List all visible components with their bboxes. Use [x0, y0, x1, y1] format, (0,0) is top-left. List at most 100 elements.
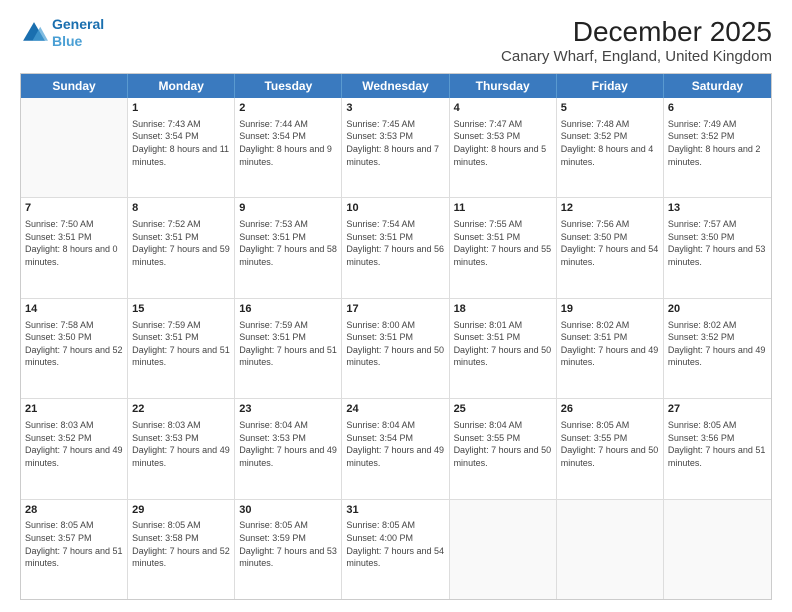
- cell-info: Sunrise: 7:50 AMSunset: 3:51 PMDaylight:…: [25, 218, 123, 268]
- cal-cell: 5 Sunrise: 7:48 AMSunset: 3:52 PMDaylight…: [557, 98, 664, 197]
- day-number: 25: [454, 402, 552, 417]
- cal-cell: 31Sunrise: 8:05 AMSunset: 4:00 PMDayligh…: [342, 500, 449, 599]
- cell-info: Sunrise: 7:59 AMSunset: 3:51 PMDaylight:…: [239, 319, 337, 369]
- cal-cell: 4Sunrise: 7:47 AMSunset: 3:53 PMDaylight…: [450, 98, 557, 197]
- day-number: 27: [668, 402, 767, 417]
- cell-info: Sunrise: 8:04 AMSunset: 3:54 PMDaylight:…: [346, 419, 444, 469]
- logo-text: General Blue: [52, 16, 104, 50]
- header-day-wednesday: Wednesday: [342, 74, 449, 98]
- header: General Blue December 2025 Canary Wharf,…: [20, 16, 772, 65]
- day-number: 14: [25, 302, 123, 317]
- day-number: 4: [454, 101, 552, 116]
- cal-cell: 13 Sunrise: 7:57 AMSunset: 3:50 PMDayligh…: [664, 198, 771, 297]
- day-number: 8: [132, 201, 230, 216]
- cal-cell: 16 Sunrise: 7:59 AMSunset: 3:51 PMDayligh…: [235, 299, 342, 398]
- cal-cell: 19Sunrise: 8:02 AMSunset: 3:51 PMDayligh…: [557, 299, 664, 398]
- day-number: 26: [561, 402, 659, 417]
- cell-info: Sunrise: 8:04 AMSunset: 3:55 PMDaylight:…: [454, 419, 552, 469]
- day-number: 29: [132, 503, 230, 518]
- cal-cell: 8 Sunrise: 7:52 AMSunset: 3:51 PMDaylight…: [128, 198, 235, 297]
- day-number: 30: [239, 503, 337, 518]
- cell-info: Sunrise: 8:03 AMSunset: 3:53 PMDaylight:…: [132, 419, 230, 469]
- cell-info: Sunrise: 7:44 AMSunset: 3:54 PMDaylight:…: [239, 118, 337, 168]
- cell-info: Sunrise: 7:48 AMSunset: 3:52 PMDaylight:…: [561, 118, 659, 168]
- cell-info: Sunrise: 8:05 AMSunset: 3:58 PMDaylight:…: [132, 519, 230, 569]
- week-row-5: 28Sunrise: 8:05 AMSunset: 3:57 PMDayligh…: [21, 500, 771, 599]
- main-title: December 2025: [501, 16, 772, 48]
- cal-cell: [557, 500, 664, 599]
- day-number: 11: [454, 201, 552, 216]
- day-number: 24: [346, 402, 444, 417]
- cell-info: Sunrise: 7:52 AMSunset: 3:51 PMDaylight:…: [132, 218, 230, 268]
- week-row-4: 21 Sunrise: 8:03 AMSunset: 3:52 PMDayligh…: [21, 399, 771, 499]
- cal-cell: 28Sunrise: 8:05 AMSunset: 3:57 PMDayligh…: [21, 500, 128, 599]
- day-number: 18: [454, 302, 552, 317]
- cell-info: Sunrise: 8:01 AMSunset: 3:51 PMDaylight:…: [454, 319, 552, 369]
- logo-icon: [20, 19, 48, 47]
- cal-cell: 15Sunrise: 7:59 AMSunset: 3:51 PMDayligh…: [128, 299, 235, 398]
- cal-cell: 12Sunrise: 7:56 AMSunset: 3:50 PMDayligh…: [557, 198, 664, 297]
- day-number: 7: [25, 201, 123, 216]
- cal-cell: 25 Sunrise: 8:04 AMSunset: 3:55 PMDayligh…: [450, 399, 557, 498]
- header-day-friday: Friday: [557, 74, 664, 98]
- cal-cell: [450, 500, 557, 599]
- calendar-header: SundayMondayTuesdayWednesdayThursdayFrid…: [21, 74, 771, 98]
- day-number: 21: [25, 402, 123, 417]
- page: General Blue December 2025 Canary Wharf,…: [0, 0, 792, 612]
- day-number: 12: [561, 201, 659, 216]
- cell-info: Sunrise: 7:49 AMSunset: 3:52 PMDaylight:…: [668, 118, 767, 168]
- cal-cell: 23 Sunrise: 8:04 AMSunset: 3:53 PMDayligh…: [235, 399, 342, 498]
- cell-info: Sunrise: 8:05 AMSunset: 3:59 PMDaylight:…: [239, 519, 337, 569]
- header-day-tuesday: Tuesday: [235, 74, 342, 98]
- cal-cell: 11 Sunrise: 7:55 AMSunset: 3:51 PMDayligh…: [450, 198, 557, 297]
- cell-info: Sunrise: 7:43 AMSunset: 3:54 PMDaylight:…: [132, 118, 230, 168]
- week-row-3: 14 Sunrise: 7:58 AMSunset: 3:50 PMDayligh…: [21, 299, 771, 399]
- day-number: 16: [239, 302, 337, 317]
- day-number: 28: [25, 503, 123, 518]
- cell-info: Sunrise: 8:04 AMSunset: 3:53 PMDaylight:…: [239, 419, 337, 469]
- day-number: 22: [132, 402, 230, 417]
- day-number: 1: [132, 101, 230, 116]
- cal-cell: 2 Sunrise: 7:44 AMSunset: 3:54 PMDaylight…: [235, 98, 342, 197]
- cell-info: Sunrise: 7:59 AMSunset: 3:51 PMDaylight:…: [132, 319, 230, 369]
- cal-cell: 1 Sunrise: 7:43 AMSunset: 3:54 PMDaylight…: [128, 98, 235, 197]
- day-number: 19: [561, 302, 659, 317]
- cell-info: Sunrise: 8:05 AMSunset: 3:57 PMDaylight:…: [25, 519, 123, 569]
- cal-cell: 7 Sunrise: 7:50 AMSunset: 3:51 PMDaylight…: [21, 198, 128, 297]
- cal-cell: 27 Sunrise: 8:05 AMSunset: 3:56 PMDayligh…: [664, 399, 771, 498]
- cal-cell: 9Sunrise: 7:53 AMSunset: 3:51 PMDaylight…: [235, 198, 342, 297]
- day-number: 10: [346, 201, 444, 216]
- cell-info: Sunrise: 8:05 AMSunset: 3:56 PMDaylight:…: [668, 419, 767, 469]
- cal-cell: 20 Sunrise: 8:02 AMSunset: 3:52 PMDayligh…: [664, 299, 771, 398]
- cell-info: Sunrise: 8:05 AMSunset: 3:55 PMDaylight:…: [561, 419, 659, 469]
- day-number: 2: [239, 101, 337, 116]
- cell-info: Sunrise: 8:02 AMSunset: 3:52 PMDaylight:…: [668, 319, 767, 369]
- calendar: SundayMondayTuesdayWednesdayThursdayFrid…: [20, 73, 772, 600]
- cal-cell: 3Sunrise: 7:45 AMSunset: 3:53 PMDaylight…: [342, 98, 449, 197]
- day-number: 5: [561, 101, 659, 116]
- cal-cell: 10 Sunrise: 7:54 AMSunset: 3:51 PMDayligh…: [342, 198, 449, 297]
- day-number: 20: [668, 302, 767, 317]
- cell-info: Sunrise: 7:54 AMSunset: 3:51 PMDaylight:…: [346, 218, 444, 268]
- cal-cell: 30Sunrise: 8:05 AMSunset: 3:59 PMDayligh…: [235, 500, 342, 599]
- subtitle: Canary Wharf, England, United Kingdom: [501, 48, 772, 65]
- day-number: 23: [239, 402, 337, 417]
- cell-info: Sunrise: 7:58 AMSunset: 3:50 PMDaylight:…: [25, 319, 123, 369]
- cal-cell: 17Sunrise: 8:00 AMSunset: 3:51 PMDayligh…: [342, 299, 449, 398]
- cal-cell: 18 Sunrise: 8:01 AMSunset: 3:51 PMDayligh…: [450, 299, 557, 398]
- cal-cell: 29Sunrise: 8:05 AMSunset: 3:58 PMDayligh…: [128, 500, 235, 599]
- header-day-monday: Monday: [128, 74, 235, 98]
- day-number: 13: [668, 201, 767, 216]
- cal-cell: 21 Sunrise: 8:03 AMSunset: 3:52 PMDayligh…: [21, 399, 128, 498]
- cell-info: Sunrise: 7:55 AMSunset: 3:51 PMDaylight:…: [454, 218, 552, 268]
- title-block: December 2025 Canary Wharf, England, Uni…: [501, 16, 772, 65]
- header-day-thursday: Thursday: [450, 74, 557, 98]
- cell-info: Sunrise: 8:03 AMSunset: 3:52 PMDaylight:…: [25, 419, 123, 469]
- cal-cell: [21, 98, 128, 197]
- cal-cell: 26 Sunrise: 8:05 AMSunset: 3:55 PMDayligh…: [557, 399, 664, 498]
- day-number: 9: [239, 201, 337, 216]
- cal-cell: 24 Sunrise: 8:04 AMSunset: 3:54 PMDayligh…: [342, 399, 449, 498]
- cell-info: Sunrise: 7:57 AMSunset: 3:50 PMDaylight:…: [668, 218, 767, 268]
- week-row-1: 1 Sunrise: 7:43 AMSunset: 3:54 PMDaylight…: [21, 98, 771, 198]
- cal-cell: [664, 500, 771, 599]
